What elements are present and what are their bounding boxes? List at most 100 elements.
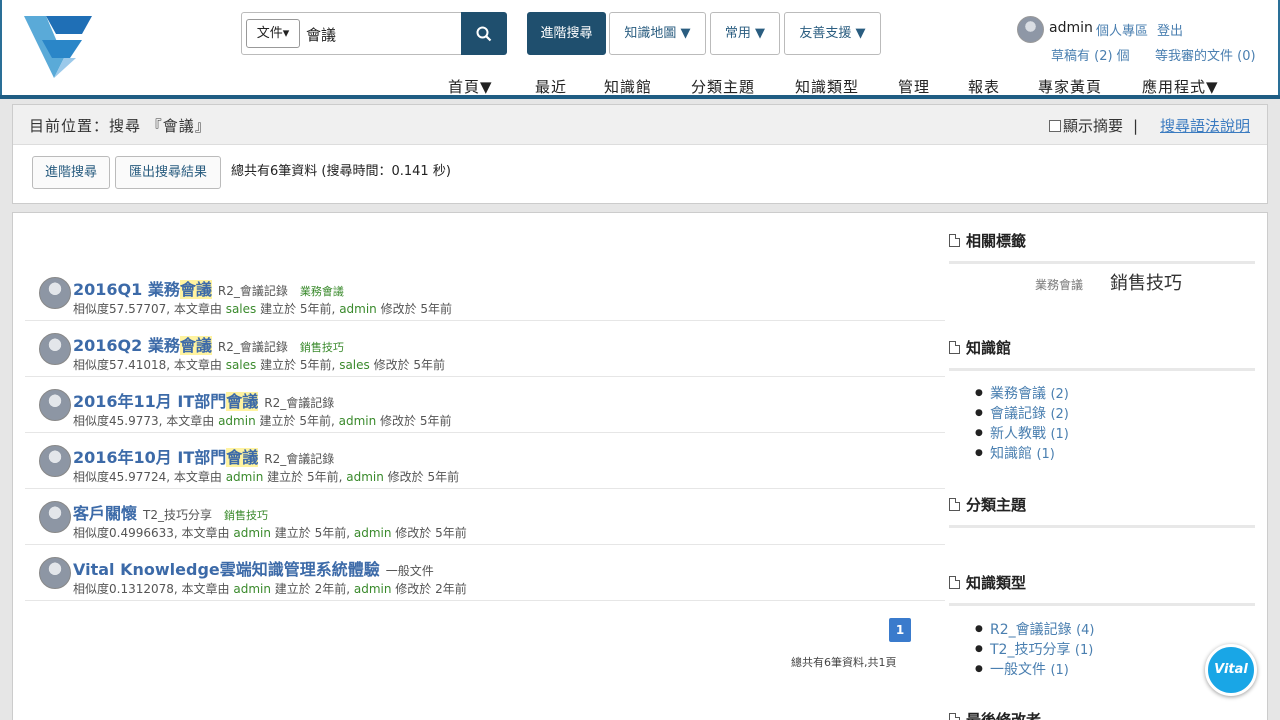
divider xyxy=(949,261,1255,264)
result-tag[interactable]: 銷售技巧 xyxy=(224,509,268,522)
search-button[interactable] xyxy=(461,12,507,55)
sidebar-list-item[interactable]: 知識館 (1) xyxy=(975,443,1069,463)
result-meta: 相似度57.57707, 本文章由 sales 建立於 5年前, admin 修… xyxy=(73,300,452,317)
result-tag[interactable]: 業務會議 xyxy=(300,285,344,298)
drafts-link[interactable]: 草稿有 (2) 個 xyxy=(1051,45,1130,64)
sidebar-item-count: (2) xyxy=(1050,387,1069,402)
vital-logo-icon[interactable] xyxy=(24,14,96,82)
show-summary-checkbox[interactable] xyxy=(1049,119,1061,132)
pending-review-link[interactable]: 等我審的文件 (0) xyxy=(1155,45,1256,64)
sidebar-list-item[interactable]: 會議記錄 (2) xyxy=(975,403,1069,423)
export-results-button[interactable]: 匯出搜尋結果 xyxy=(115,156,221,189)
result-title-link[interactable]: 2016年11月 IT部門會議 R2_會議記錄 xyxy=(73,388,334,412)
document-icon xyxy=(949,498,960,511)
creator-link[interactable]: admin xyxy=(226,470,264,484)
search-type-select[interactable]: 文件▾ xyxy=(246,19,300,48)
sidebar-item-label: 一般文件 xyxy=(990,662,1046,678)
sidebar-list-item[interactable]: 一般文件 (1) xyxy=(975,659,1095,679)
modified-text: 修改於 5年前 xyxy=(369,358,446,372)
result-title-text: 客戶關懷 xyxy=(73,504,138,523)
types-title: 知識類型 xyxy=(966,574,1027,592)
result-title-link[interactable]: Vital Knowledge雲端知識管理系統體驗 一般文件 xyxy=(73,556,434,580)
creator-link[interactable]: admin xyxy=(233,582,271,596)
logout-link[interactable]: 登出 xyxy=(1157,20,1183,39)
sidebar-item-count: (1) xyxy=(1074,643,1094,658)
result-title-link[interactable]: 2016Q1 業務會議 R2_會議記錄 業務會議 xyxy=(73,276,344,300)
result-tag[interactable]: 銷售技巧 xyxy=(300,341,344,354)
nav-reports[interactable]: 報表 xyxy=(968,76,1000,97)
tag-link[interactable]: 銷售技巧 xyxy=(1110,269,1182,295)
show-summary-toggle[interactable]: 顯示摘要 | xyxy=(1049,115,1138,136)
page-1-button[interactable]: 1 xyxy=(889,618,911,642)
nav-types[interactable]: 知識類型 xyxy=(795,76,859,97)
sidebar-item-label: R2_會議記錄 xyxy=(990,622,1072,638)
document-icon xyxy=(949,234,960,247)
result-title-text: 2016年11月 IT部門 xyxy=(73,392,227,411)
document-icon xyxy=(949,576,960,589)
result-item: 2016年10月 IT部門會議 R2_會議記錄 相似度45.97724, 本文章由 … xyxy=(25,433,945,489)
author-avatar xyxy=(39,501,71,533)
result-meta: 相似度0.1312078, 本文章由 admin 建立於 2年前, admin … xyxy=(73,580,467,597)
author-avatar xyxy=(39,277,71,309)
nav-experts[interactable]: 專家黃頁 xyxy=(1038,76,1102,97)
editor-link[interactable]: admin xyxy=(339,414,377,428)
created-text: 建立於 2年前, xyxy=(270,582,354,596)
editor-link[interactable]: admin xyxy=(339,302,377,316)
profile-link[interactable]: 個人專區 xyxy=(1096,20,1148,39)
creator-link[interactable]: sales xyxy=(226,302,257,316)
tag-link[interactable]: 業務會議 xyxy=(1035,276,1083,293)
sidebar-list-item[interactable]: 業務會議 (2) xyxy=(975,383,1069,403)
sidebar-list-item[interactable]: T2_技巧分享 (1) xyxy=(975,639,1095,659)
result-category: T2_技巧分享 xyxy=(143,508,212,522)
sidebar-item-label: 知識館 xyxy=(990,446,1032,462)
breadcrumb-bar: 目前位置：搜尋 『會議』 顯示摘要 | 搜尋語法說明 xyxy=(13,105,1267,145)
author-avatar xyxy=(39,445,71,477)
search-box: 文件▾ xyxy=(241,12,462,55)
types-heading: 知識類型 xyxy=(949,572,1026,593)
result-category: R2_會議記錄 xyxy=(217,284,288,298)
nav-apps[interactable]: 應用程式▼ xyxy=(1142,76,1219,97)
result-title-link[interactable]: 客戶關懷 T2_技巧分享 銷售技巧 xyxy=(73,500,268,524)
result-item: 客戶關懷 T2_技巧分享 銷售技巧 相似度0.4996633, 本文章由 admin … xyxy=(25,489,945,545)
editor-link[interactable]: admin xyxy=(354,526,392,540)
sidebar-item-label: 會議記錄 xyxy=(990,406,1046,422)
vital-chat-button[interactable]: Vital xyxy=(1205,644,1257,696)
knowledge-map-button[interactable]: 知識地圖 ▼ xyxy=(609,12,706,55)
sidebar-item-label: 新人教戰 xyxy=(990,426,1046,442)
creator-link[interactable]: sales xyxy=(226,358,257,372)
related-tags-heading: 相關標籤 xyxy=(949,230,1026,251)
types-list: R2_會議記錄 (4)T2_技巧分享 (1)一般文件 (1) xyxy=(975,619,1095,679)
search-input[interactable] xyxy=(306,21,456,47)
common-menu-button[interactable]: 常用 ▼ xyxy=(710,12,780,55)
last-editor-title: 最後修改者 xyxy=(966,711,1042,720)
sidebar-list-item[interactable]: 新人教戰 (1) xyxy=(975,423,1069,443)
advanced-search-button[interactable]: 進階搜尋 xyxy=(527,12,606,55)
result-title-link[interactable]: 2016Q2 業務會議 R2_會議記錄 銷售技巧 xyxy=(73,332,344,356)
creator-link[interactable]: admin xyxy=(218,414,256,428)
creator-link[interactable]: admin xyxy=(233,526,271,540)
modified-text: 修改於 5年前 xyxy=(391,526,467,540)
nav-recent[interactable]: 最近 xyxy=(535,76,567,97)
sidebar-list-item[interactable]: R2_會議記錄 (4) xyxy=(975,619,1095,639)
editor-link[interactable]: sales xyxy=(339,358,370,372)
document-icon xyxy=(949,713,960,720)
nav-library[interactable]: 知識館 xyxy=(604,76,652,97)
editor-link[interactable]: admin xyxy=(354,582,392,596)
nav-manage[interactable]: 管理 xyxy=(898,76,930,97)
editor-link[interactable]: admin xyxy=(346,470,384,484)
nav-topics[interactable]: 分類主題 xyxy=(691,76,755,97)
created-text: 建立於 5年前, xyxy=(256,358,340,372)
result-item: 2016Q2 業務會議 R2_會議記錄 銷售技巧 相似度57.41018, 本文章由 … xyxy=(25,321,945,377)
nav-home[interactable]: 首頁▼ xyxy=(448,76,493,97)
breadcrumb: 目前位置：搜尋 『會議』 xyxy=(29,117,211,135)
library-heading: 知識館 xyxy=(949,337,1011,358)
result-item: Vital Knowledge雲端知識管理系統體驗 一般文件 相似度0.131207… xyxy=(25,545,945,601)
search-syntax-help-link[interactable]: 搜尋語法說明 xyxy=(1160,115,1250,136)
result-meta: 相似度45.9773, 本文章由 admin 建立於 5年前, admin 修改… xyxy=(73,412,451,429)
result-category: R2_會議記錄 xyxy=(217,340,288,354)
library-title: 知識館 xyxy=(966,339,1012,357)
result-title-link[interactable]: 2016年10月 IT部門會議 R2_會議記錄 xyxy=(73,444,334,468)
support-menu-button[interactable]: 友善支援 ▼ xyxy=(784,12,881,55)
modified-text: 修改於 5年前 xyxy=(376,302,453,316)
advanced-search-panel-button[interactable]: 進階搜尋 xyxy=(32,156,110,189)
